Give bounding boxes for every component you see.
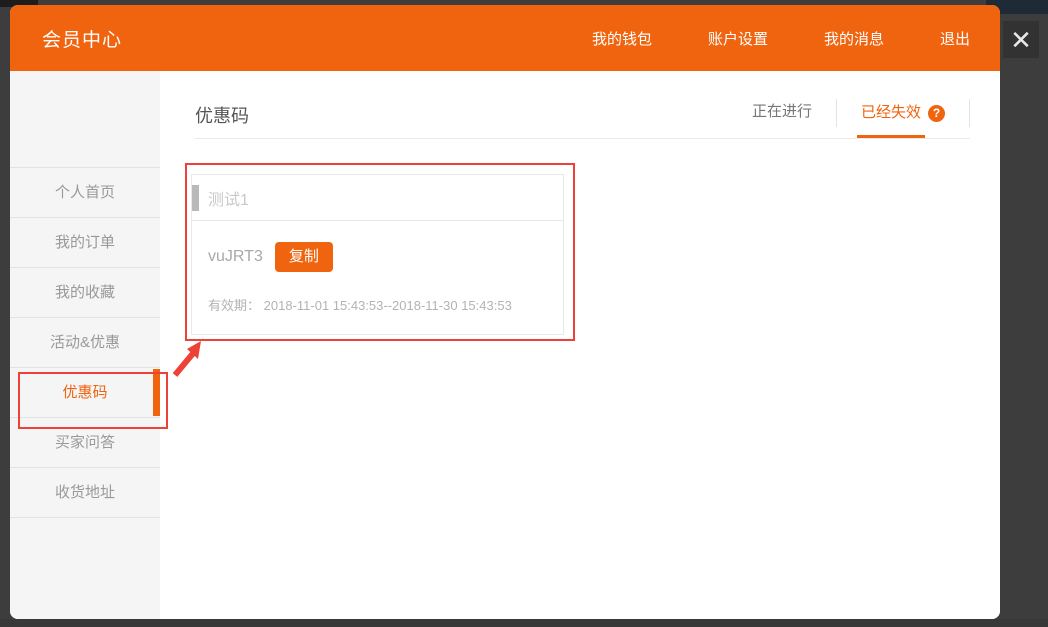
help-question-icon[interactable]: ? (928, 105, 945, 122)
sidebar: 个人首页 我的订单 我的收藏 活动&优惠 优惠码 买家问答 (10, 71, 160, 619)
validity-value: 2018-11-01 15:43:53--2018-11-30 15:43:53 (264, 298, 512, 313)
tab-expired[interactable]: 已经失效 ? (837, 99, 969, 127)
copy-button[interactable]: 复制 (275, 242, 333, 272)
menu-item-messages[interactable]: 我的消息 (824, 28, 884, 49)
sidebar-list: 个人首页 我的订单 我的收藏 活动&优惠 优惠码 买家问答 (10, 167, 160, 518)
coupon-card: 测试1 vuJRT3 复制 有效期： 2018-11-01 15:43:53--… (191, 174, 564, 335)
menu-item-logout[interactable]: 退出 (940, 28, 970, 49)
coupon-code-row: vuJRT3 复制 (208, 242, 563, 272)
status-tabs: 正在进行 已经失效 ? (728, 99, 970, 127)
active-indicator-bar (153, 369, 160, 416)
section-divider (195, 138, 970, 139)
sidebar-item-my-orders[interactable]: 我的订单 (10, 218, 160, 268)
sidebar-item-label: 收货地址 (55, 484, 115, 501)
coupon-name: 测试1 (208, 186, 249, 210)
sidebar-item-label: 买家问答 (55, 434, 115, 451)
menu-item-account-settings[interactable]: 账户设置 (708, 28, 768, 49)
member-center-modal: 会员中心 我的钱包 账户设置 我的消息 退出 个人首页 我的订单 我的收藏 (10, 5, 1000, 619)
main-content: 优惠码 正在进行 已经失效 ? 测试1 (160, 71, 1000, 619)
validity-label: 有效期： (208, 298, 260, 313)
close-icon[interactable]: ✕ (1003, 21, 1039, 58)
sidebar-item-personal-home[interactable]: 个人首页 (10, 168, 160, 218)
sidebar-item-buyer-qa[interactable]: 买家问答 (10, 418, 160, 468)
section-title: 优惠码 (195, 102, 249, 128)
coupon-card-header: 测试1 (192, 175, 563, 221)
sidebar-item-label: 优惠码 (62, 384, 107, 401)
modal-header: 会员中心 我的钱包 账户设置 我的消息 退出 (10, 5, 1000, 71)
coupon-code-value: vuJRT3 (208, 248, 263, 266)
tab-ongoing[interactable]: 正在进行 (728, 99, 836, 127)
sidebar-item-label: 我的收藏 (55, 284, 115, 301)
sidebar-item-activities-offers[interactable]: 活动&优惠 (10, 318, 160, 368)
page-title: 会员中心 (42, 25, 122, 52)
menu-item-wallet[interactable]: 我的钱包 (592, 28, 652, 49)
tab-label: 正在进行 (752, 103, 812, 120)
sidebar-item-shipping-address[interactable]: 收货地址 (10, 468, 160, 518)
sidebar-item-label: 我的订单 (55, 234, 115, 251)
sidebar-item-coupon-code[interactable]: 优惠码 (10, 368, 160, 418)
header-menu: 我的钱包 账户设置 我的消息 退出 (592, 5, 970, 71)
tab-divider (969, 99, 970, 127)
sidebar-item-label: 个人首页 (55, 184, 115, 201)
sidebar-item-my-favorites[interactable]: 我的收藏 (10, 268, 160, 318)
tab-label: 已经失效 (861, 100, 921, 126)
coupon-marker-bar (192, 185, 199, 211)
sidebar-item-label: 活动&优惠 (50, 334, 120, 351)
background-patch-bottom (0, 619, 1048, 627)
coupon-validity: 有效期： 2018-11-01 15:43:53--2018-11-30 15:… (208, 295, 563, 314)
page-background: 会员中心 我的钱包 账户设置 我的消息 退出 个人首页 我的订单 我的收藏 (0, 0, 1048, 627)
